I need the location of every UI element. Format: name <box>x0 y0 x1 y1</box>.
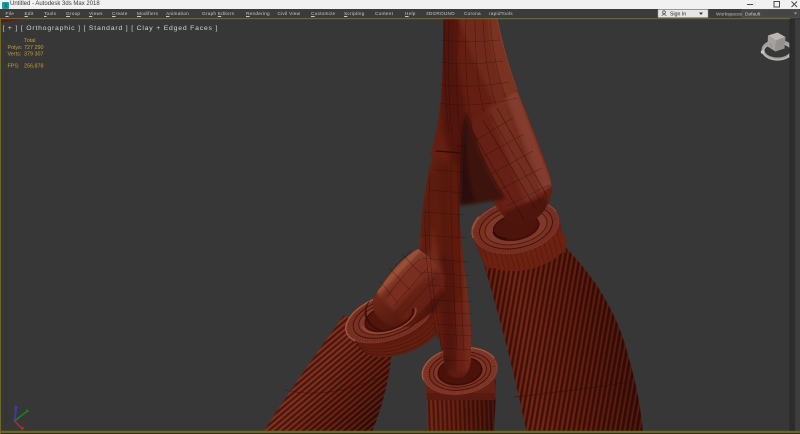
svg-text:Workspaces:: Workspaces: <box>716 11 744 17</box>
svg-text:379 307: 379 307 <box>24 52 44 58</box>
svg-text:Sign In: Sign In <box>670 11 686 17</box>
svg-text:256,878: 256,878 <box>24 63 44 69</box>
svg-text:Default: Default <box>745 11 761 17</box>
svg-text:Verts:: Verts: <box>8 52 22 58</box>
svg-text:727 290: 727 290 <box>24 45 44 51</box>
svg-text:[ + ] [ Orthographic ] [ Stand: [ + ] [ Orthographic ] [ Standard ] [ Cl… <box>3 25 219 32</box>
svg-text:Polys:: Polys: <box>8 45 23 51</box>
svg-text:FPS:: FPS: <box>8 63 20 69</box>
svg-text:Total: Total <box>24 38 35 44</box>
